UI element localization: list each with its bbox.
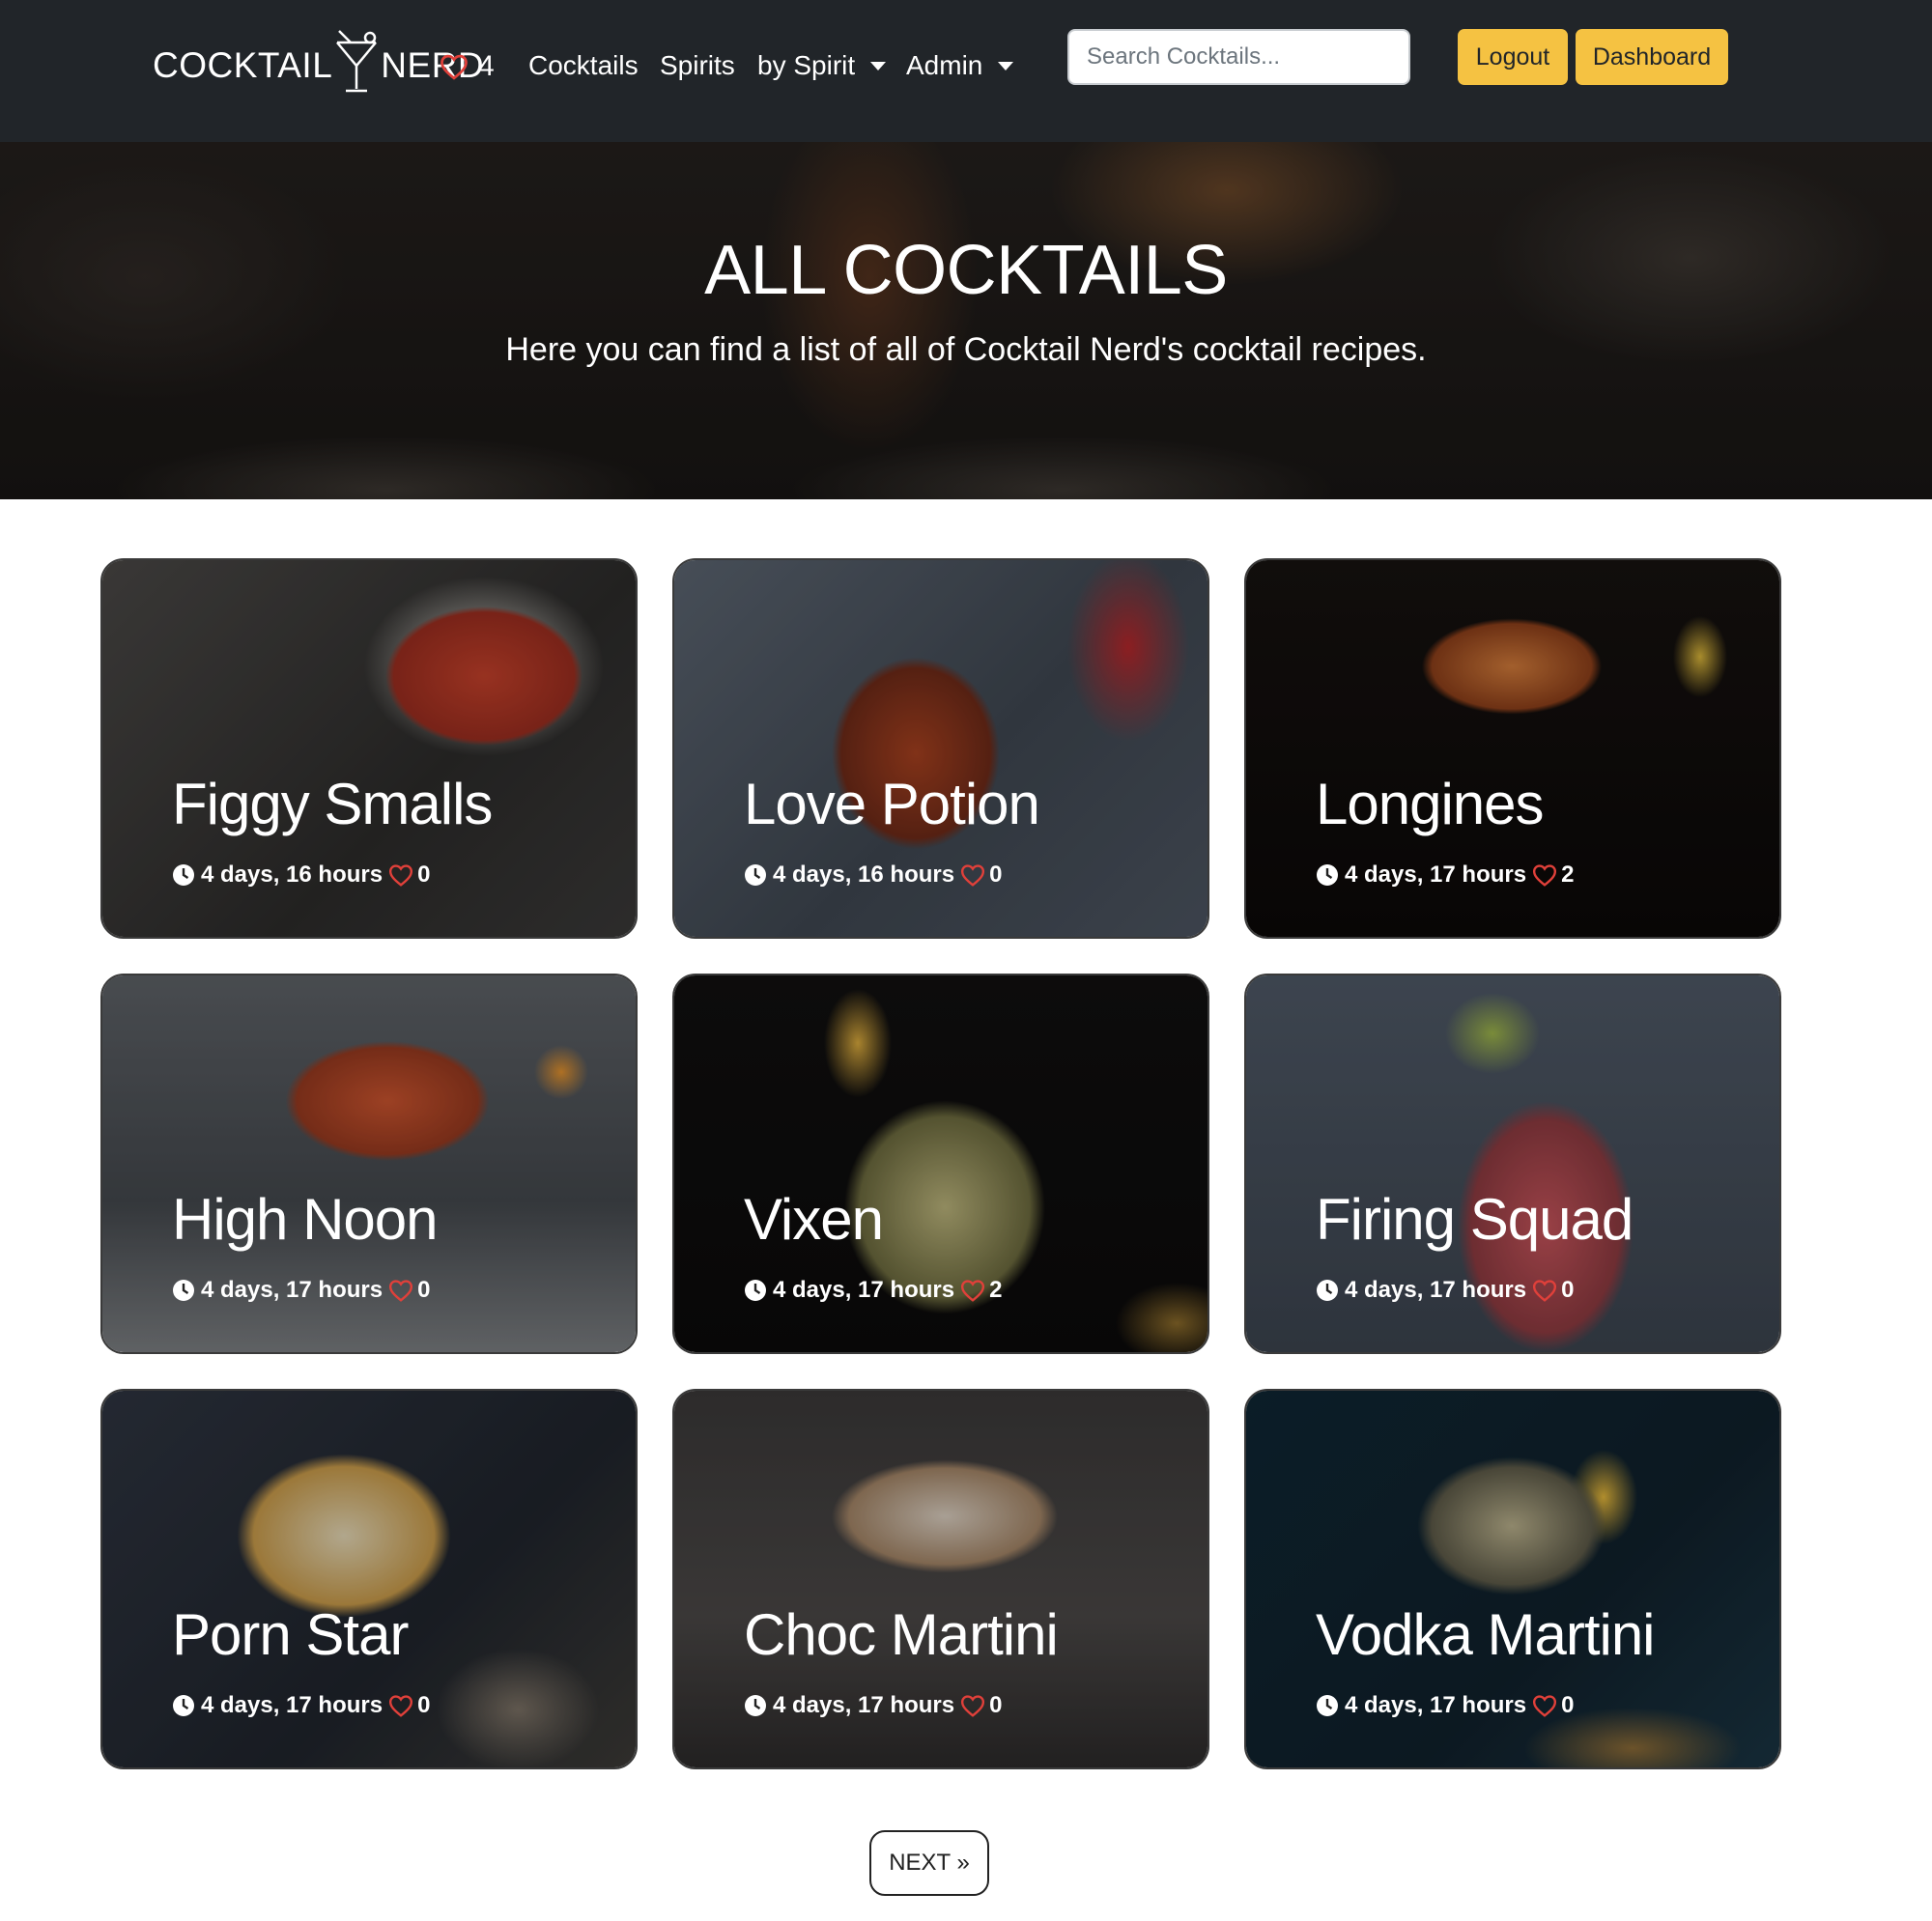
cocktail-name: Vixen (744, 1187, 884, 1252)
nav-by-spirit-dropdown[interactable]: by Spirit (757, 50, 887, 81)
clock-icon (745, 864, 766, 886)
cocktail-likes: 0 (417, 1692, 431, 1718)
cocktail-age: 4 days, 17 hours (773, 1277, 955, 1303)
cocktail-likes: 0 (417, 862, 431, 888)
cocktail-likes: 2 (1561, 862, 1575, 888)
heart-icon (961, 1695, 985, 1717)
clock-icon (173, 1280, 194, 1301)
nav-spirits-link[interactable]: Spirits (660, 50, 735, 81)
cocktail-card[interactable]: Love Potion 4 days, 16 hours 0 (672, 558, 1209, 939)
cocktail-meta: 4 days, 17 hours 0 (1316, 1277, 1574, 1304)
cocktail-meta: 4 days, 16 hours 0 (172, 862, 430, 889)
clock-icon (173, 864, 194, 886)
heart-icon (1533, 1695, 1557, 1717)
cocktail-card[interactable]: Longines 4 days, 17 hours 2 (1244, 558, 1781, 939)
cocktail-card[interactable]: Choc Martini 4 days, 17 hours 0 (672, 1389, 1209, 1769)
heart-icon (961, 1280, 985, 1302)
cocktail-name: Longines (1316, 772, 1545, 836)
heart-icon (389, 864, 413, 887)
navbar: COCKTAIL NERD 4 Cocktails Spirits by Spi… (0, 0, 1932, 142)
cocktail-card[interactable]: High Noon 4 days, 17 hours 0 (100, 974, 638, 1354)
cocktail-age: 4 days, 17 hours (201, 1692, 384, 1718)
cocktail-meta: 4 days, 17 hours 2 (744, 1277, 1002, 1304)
cocktail-name: Love Potion (744, 772, 1040, 836)
page-subtitle: Here you can find a list of all of Cockt… (505, 331, 1427, 368)
heart-icon (1533, 1280, 1557, 1302)
nav-admin-dropdown[interactable]: Admin (906, 50, 1014, 81)
cocktail-age: 4 days, 16 hours (773, 862, 955, 888)
cocktail-meta: 4 days, 17 hours 2 (1316, 862, 1574, 889)
cocktail-likes: 0 (989, 862, 1003, 888)
brand-logo[interactable]: COCKTAIL NERD (153, 27, 484, 95)
chevron-down-icon (998, 61, 1014, 71)
cocktail-card[interactable]: Figgy Smalls 4 days, 16 hours 0 (100, 558, 638, 939)
clock-icon (1317, 1695, 1338, 1716)
nav-by-spirit-label: by Spirit (757, 50, 856, 80)
cocktail-name: Vodka Martini (1316, 1602, 1656, 1667)
cocktail-card[interactable]: Vixen 4 days, 17 hours 2 (672, 974, 1209, 1354)
cocktail-age: 4 days, 17 hours (1345, 1692, 1527, 1718)
chevron-down-icon (870, 61, 887, 71)
nav-cocktails-link[interactable]: Cocktails (528, 50, 639, 81)
favorites-count: 4 (478, 50, 495, 82)
clock-icon (1317, 864, 1338, 886)
cocktail-likes: 0 (417, 1277, 431, 1303)
dashboard-button[interactable]: Dashboard (1576, 29, 1728, 85)
cocktail-meta: 4 days, 17 hours 0 (744, 1692, 1002, 1719)
cocktail-likes: 2 (989, 1277, 1003, 1303)
cocktail-card[interactable]: Vodka Martini 4 days, 17 hours 0 (1244, 1389, 1781, 1769)
heart-icon (389, 1695, 413, 1717)
heart-icon (1533, 864, 1557, 887)
favorites-link[interactable]: 4 (440, 50, 495, 83)
cocktail-likes: 0 (989, 1692, 1003, 1718)
search-input[interactable] (1067, 29, 1410, 85)
heart-icon (389, 1280, 413, 1302)
cocktail-name: Porn Star (172, 1602, 409, 1667)
hero-overlay (0, 142, 1932, 499)
clock-icon (745, 1280, 766, 1301)
martini-glass-icon (336, 30, 378, 93)
heart-icon (440, 54, 468, 80)
page-title: ALL COCKTAILS (704, 232, 1228, 309)
cocktail-card[interactable]: Porn Star 4 days, 17 hours 0 (100, 1389, 638, 1769)
nav-admin-label: Admin (906, 50, 983, 80)
logout-button[interactable]: Logout (1458, 29, 1568, 85)
cocktail-card[interactable]: Firing Squad 4 days, 17 hours 0 (1244, 974, 1781, 1354)
cocktail-age: 4 days, 17 hours (773, 1692, 955, 1718)
hero-banner: ALL COCKTAILS Here you can find a list o… (0, 142, 1932, 499)
cocktail-name: Firing Squad (1316, 1187, 1634, 1252)
clock-icon (745, 1695, 766, 1716)
brand-text-left: COCKTAIL (153, 45, 333, 85)
cocktail-meta: 4 days, 17 hours 0 (1316, 1692, 1574, 1719)
cocktail-age: 4 days, 17 hours (1345, 862, 1527, 888)
cocktail-name: High Noon (172, 1187, 439, 1252)
cocktail-age: 4 days, 17 hours (1345, 1277, 1527, 1303)
cocktail-age: 4 days, 16 hours (201, 862, 384, 888)
clock-icon (1317, 1280, 1338, 1301)
cocktail-meta: 4 days, 17 hours 0 (172, 1692, 430, 1719)
cocktail-likes: 0 (1561, 1692, 1575, 1718)
cocktail-age: 4 days, 17 hours (201, 1277, 384, 1303)
cocktail-meta: 4 days, 17 hours 0 (172, 1277, 430, 1304)
next-page-button[interactable]: NEXT » (869, 1830, 989, 1896)
cocktail-name: Figgy Smalls (172, 772, 493, 836)
clock-icon (173, 1695, 194, 1716)
cocktail-name: Choc Martini (744, 1602, 1059, 1667)
cocktail-meta: 4 days, 16 hours 0 (744, 862, 1002, 889)
heart-icon (961, 864, 985, 887)
cocktail-likes: 0 (1561, 1277, 1575, 1303)
